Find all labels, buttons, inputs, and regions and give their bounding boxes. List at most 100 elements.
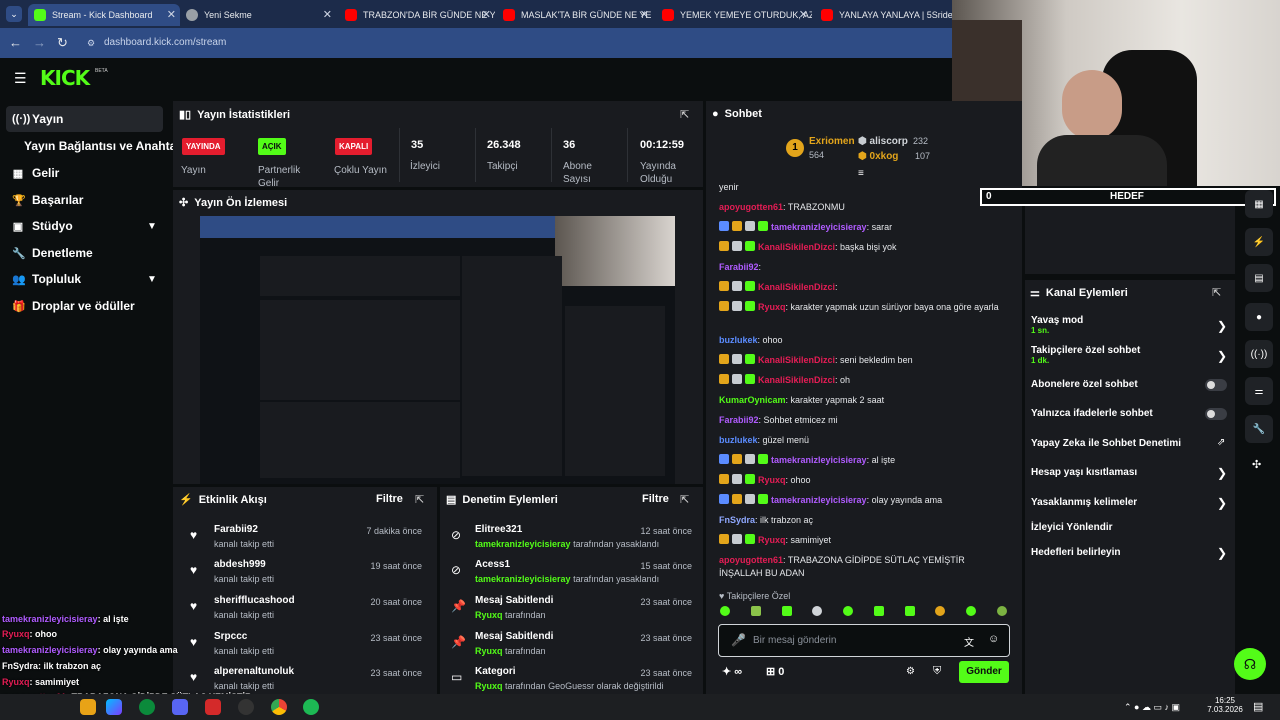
browser-tab-youtube-1[interactable]: TRABZON'DA BİR GÜNDE NE Y ✕ — [345, 4, 495, 26]
chat-username[interactable]: KanaliSikilenDizci — [758, 375, 835, 385]
mod-shield-icon[interactable]: ⛨ — [933, 665, 941, 678]
discord-icon[interactable] — [172, 699, 188, 715]
chat-username[interactable]: buzlukek — [719, 335, 758, 345]
edge-icon[interactable] — [139, 699, 155, 715]
emoji-icon[interactable]: ☺ — [988, 633, 999, 645]
sidebar-item-achievements[interactable]: 🏆 Başarılar — [12, 189, 83, 211]
chat-username[interactable]: tamekranizleyicisieray — [771, 222, 867, 232]
rail-button-6[interactable]: ⚌ — [1245, 377, 1273, 405]
chevron-right-icon[interactable]: ❯ — [1217, 319, 1227, 333]
moderation-actor[interactable]: Ryuxq — [475, 646, 503, 656]
moderation-filter-button[interactable]: Filtre — [642, 493, 669, 505]
emote-icon[interactable] — [966, 606, 977, 616]
emote-icon[interactable] — [750, 606, 761, 616]
clock[interactable]: 16:25 7.03.2026 — [1205, 696, 1245, 714]
spotify-icon[interactable] — [303, 699, 319, 715]
chat-username[interactable]: Ryuxq — [758, 535, 786, 545]
activity-user[interactable]: Srpccc — [214, 631, 247, 642]
reload-icon[interactable]: ↻ — [57, 35, 68, 51]
rail-button-4[interactable]: ● — [1245, 303, 1273, 331]
moderation-actor[interactable]: tamekranizleyicisieray — [475, 574, 571, 584]
emote-icon[interactable] — [904, 606, 915, 616]
sidebar-item-stream-key[interactable]: Yayın Bağlantısı ve Anahtarı — [24, 135, 184, 157]
activity-user[interactable]: sherifflucashood — [214, 595, 295, 606]
chat-username[interactable]: KanaliSikilenDizci — [758, 355, 835, 365]
file-explorer-icon[interactable] — [80, 699, 96, 715]
close-icon[interactable]: ✕ — [482, 8, 491, 21]
top-gifter-name[interactable]: Exriomen — [809, 136, 855, 147]
url-field[interactable]: ⚙ dashboard.kick.com/stream — [84, 34, 944, 52]
top-gifter-name[interactable]: aliscorp — [870, 136, 908, 147]
follower-only-action[interactable]: Takipçilere özel sohbet 1 dk. — [1031, 345, 1140, 365]
site-info-icon[interactable]: ⚙ — [87, 34, 95, 52]
back-icon[interactable]: ← — [9, 35, 22, 50]
tray-icons[interactable]: ⌃ ● ☁ ▭ ♪ ▣ — [1124, 702, 1180, 713]
sub-only-toggle[interactable] — [1205, 379, 1227, 391]
community-icon[interactable]: ✣ — [1252, 458, 1261, 471]
gift-box-icon[interactable]: ⊞ — [766, 666, 775, 678]
chat-settings-icon[interactable]: ⚙ — [906, 666, 915, 677]
emote-icon[interactable] — [996, 606, 1007, 616]
points-icon[interactable]: ✦ — [722, 666, 731, 678]
chat-username[interactable]: tamekranizleyicisieray — [771, 495, 867, 505]
activity-user[interactable]: abdesh999 — [214, 559, 266, 570]
moderation-target[interactable]: Elitree321 — [475, 524, 522, 535]
send-button[interactable]: Gönder — [959, 661, 1009, 683]
support-button[interactable]: ☊ — [1234, 648, 1266, 680]
app-icon[interactable] — [205, 699, 221, 715]
sidebar-item-community[interactable]: 👥 Topluluk ▼ — [12, 268, 157, 290]
chat-input[interactable]: 🎤 Bir mesaj gönderin 文 ☺ — [718, 624, 1010, 657]
emote-only-toggle[interactable] — [1205, 408, 1227, 420]
close-icon[interactable]: ✕ — [167, 8, 176, 21]
rail-button-2[interactable]: ⚡ — [1245, 228, 1273, 256]
chat-username[interactable]: apoyugotten61 — [719, 555, 783, 565]
browser-tab-kick[interactable]: Stream - Kick Dashboard ✕ — [28, 4, 180, 26]
copilot-icon[interactable] — [106, 699, 122, 715]
emote-icon[interactable] — [812, 606, 823, 616]
emote-icon[interactable] — [935, 606, 946, 616]
moderation-target[interactable]: Acess1 — [475, 559, 510, 570]
rail-button-1[interactable]: ▦ — [1245, 190, 1273, 218]
rail-button-7[interactable]: 🔧 — [1245, 415, 1273, 443]
chat-username[interactable]: Ryuxq — [758, 302, 786, 312]
sidebar-item-studio[interactable]: ▣ Stüdyo ▼ — [12, 215, 157, 237]
sidebar-item-moderation[interactable]: 🔧 Denetleme — [12, 242, 93, 264]
browser-tab-youtube-2[interactable]: MASLAK'TA BİR GÜNDE NE YE ✕ — [503, 4, 653, 26]
activity-user[interactable]: Farabii92 — [214, 524, 258, 535]
top-gifter-name[interactable]: 0xkog — [870, 151, 899, 162]
chat-username[interactable]: Ryuxq — [758, 475, 786, 485]
chat-username[interactable]: Farabii92 — [719, 415, 759, 425]
account-age-action[interactable]: Hesap yaşı kısıtlaması — [1031, 467, 1137, 478]
rail-button-3[interactable]: ▤ — [1245, 264, 1273, 292]
forward-icon[interactable]: → — [33, 35, 46, 50]
moderation-actor[interactable]: tamekranizleyicisieray — [475, 539, 571, 549]
close-icon[interactable]: ✕ — [799, 8, 808, 21]
obs-icon[interactable] — [238, 699, 254, 715]
chat-username[interactable]: tamekranizleyicisieray — [771, 455, 867, 465]
raid-action[interactable]: İzleyici Yönlendir — [1031, 522, 1113, 533]
sidebar-item-revenue[interactable]: ▦ Gelir — [12, 162, 60, 184]
chat-username[interactable]: apoyugotten61 — [719, 202, 783, 212]
slow-mode-action[interactable]: Yavaş mod 1 sn. — [1031, 315, 1083, 335]
rail-button-5[interactable]: ((·)) — [1245, 340, 1273, 368]
moderation-actor[interactable]: Ryuxq — [475, 681, 503, 691]
chat-username[interactable]: FnSydra — [719, 515, 755, 525]
sidebar-item-drops[interactable]: 🎁 Droplar ve ödüller — [12, 295, 135, 317]
expand-icon[interactable]: ⇱ — [1212, 286, 1221, 299]
pinned-expand-icon[interactable]: ≡ — [858, 168, 864, 179]
chat-username[interactable]: KanaliSikilenDizci — [758, 242, 835, 252]
notification-icon[interactable]: ▤ — [1253, 700, 1263, 713]
activity-user[interactable]: alperenaltunoluk — [214, 666, 294, 677]
chat-username[interactable]: KumarOynicam — [719, 395, 786, 405]
kick-logo[interactable]: KICK — [40, 66, 90, 90]
browser-tab-new[interactable]: Yeni Sekme ✕ — [186, 4, 336, 26]
chat-username[interactable]: Farabii92 — [719, 262, 759, 272]
expand-icon[interactable]: ⇱ — [415, 493, 424, 506]
emote-icon[interactable] — [720, 606, 730, 616]
emote-icon[interactable] — [873, 606, 884, 616]
menu-icon[interactable]: ☰ — [14, 70, 27, 87]
close-icon[interactable]: ✕ — [323, 8, 332, 21]
chrome-icon[interactable] — [271, 699, 287, 715]
microphone-icon[interactable]: 🎤 — [731, 633, 746, 647]
emote-icon[interactable] — [781, 606, 792, 616]
